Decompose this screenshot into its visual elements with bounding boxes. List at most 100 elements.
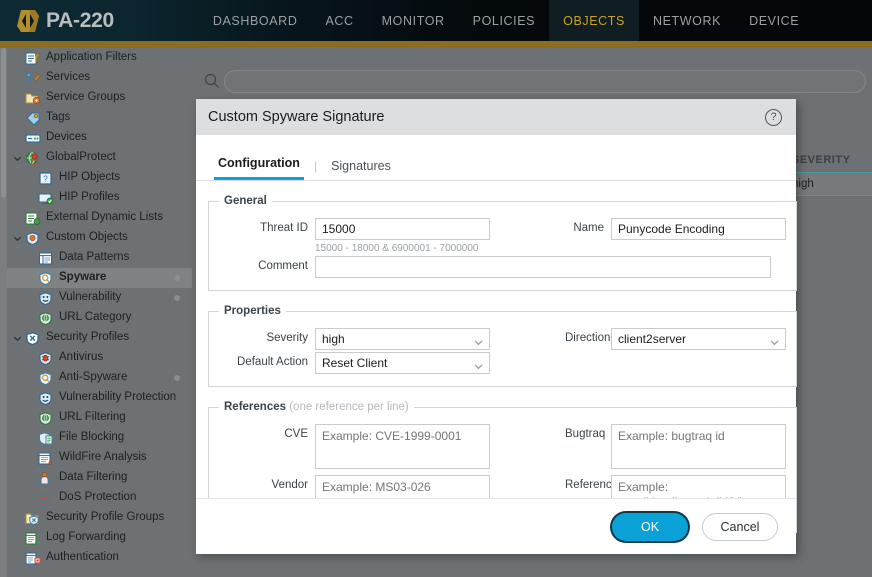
sidebar-item-file-blocking[interactable]: File Blocking (7, 428, 192, 448)
nav-item-dashboard[interactable]: DASHBOARD (199, 0, 312, 41)
wildfire-analysis-icon (37, 451, 55, 466)
sidebar-item-service-groups[interactable]: Service Groups (7, 88, 192, 108)
tab-signatures[interactable]: Signatures (327, 159, 395, 180)
nav-item-objects[interactable]: OBJECTS (549, 0, 639, 41)
table-row[interactable]: high (784, 172, 872, 196)
sidebar-item-wildfire-analysis[interactable]: WildFire Analysis (7, 448, 192, 468)
sidebar-item-antivirus[interactable]: Antivirus (7, 348, 192, 368)
ok-button[interactable]: OK (612, 513, 688, 541)
service-groups-icon (24, 91, 42, 106)
help-circle-icon[interactable]: ? (765, 109, 782, 126)
sidebar-item-globalprotect[interactable]: GlobalProtect (7, 148, 192, 168)
sidebar-item-url-filtering[interactable]: URL Filtering (7, 408, 192, 428)
url-filtering-icon (37, 411, 55, 426)
sidebar-item-application-filters[interactable]: Application Filters (7, 48, 192, 68)
sidebar-item-security-profiles[interactable]: Security Profiles (7, 328, 192, 348)
table-column-header-severity[interactable]: SEVERITY (792, 148, 872, 172)
severity-select-wrap (315, 328, 490, 350)
default-action-select-wrap (315, 352, 490, 374)
direction-select[interactable] (611, 328, 786, 350)
general-section: General Threat ID 15000 - 18000 & 690000… (208, 195, 797, 291)
name-field: Name (565, 218, 786, 240)
sidebar-scrollbar[interactable] (0, 48, 7, 577)
sidebar: Application Filters ServicesService Group… (0, 48, 192, 577)
dialog-tabs: Configuration | Signatures (196, 147, 796, 181)
sidebar-item-hip-profiles[interactable]: HIP Profiles (7, 188, 192, 208)
gold-accent-bar (0, 41, 872, 48)
sidebar-item-tags[interactable]: Tags (7, 108, 192, 128)
tab-configuration[interactable]: Configuration (214, 156, 304, 180)
sidebar-item-label: URL Filtering (59, 412, 126, 424)
default-action-select[interactable] (315, 352, 490, 374)
sidebar-item-authentication[interactable]: Authentication (7, 548, 192, 568)
sidebar-item-data-patterns[interactable]: Data Patterns (7, 248, 192, 268)
properties-row-2: Default Action (219, 352, 786, 374)
custom-objects-icon (24, 231, 42, 246)
sidebar-item-devices[interactable]: Devices (7, 128, 192, 148)
name-label: Name (565, 218, 611, 234)
sidebar-item-label: Spyware (59, 272, 106, 284)
nav-item-acc[interactable]: ACC (311, 0, 367, 41)
sidebar-item-dos-protection[interactable]: DoS Protection (7, 488, 192, 508)
nav-item-network[interactable]: NETWORK (639, 0, 735, 41)
globalprotect-icon (24, 151, 42, 166)
threat-id-input[interactable] (315, 218, 490, 240)
application-filters-icon (24, 51, 42, 66)
nav-item-device[interactable]: DEVICE (735, 0, 813, 41)
severity-select[interactable] (315, 328, 490, 350)
services-icon (24, 71, 42, 86)
search-input[interactable] (224, 70, 866, 93)
sidebar-item-custom-objects[interactable]: Custom Objects (7, 228, 192, 248)
default-action-field: Default Action (219, 352, 490, 374)
sidebar-item-anti-spyware[interactable]: Anti-Spyware (7, 368, 192, 388)
sidebar-item-label: Security Profile Groups (46, 512, 164, 524)
sidebar-item-security-profile-groups[interactable]: Security Profile Groups (7, 508, 192, 528)
properties-row-1: Severity Direction (219, 328, 786, 350)
sidebar-tree: Application Filters ServicesService Group… (7, 48, 192, 568)
devices-icon (24, 131, 42, 146)
sidebar-item-label: Application Filters (46, 52, 137, 64)
references-legend-text: References (224, 401, 286, 413)
sidebar-item-label: Security Profiles (46, 332, 129, 344)
search-icon[interactable] (204, 73, 220, 94)
sidebar-item-label: Data Filtering (59, 472, 127, 484)
chevron-down-icon[interactable] (11, 234, 24, 243)
bugtraq-textarea[interactable] (611, 424, 786, 469)
sidebar-scrollbar-thumb[interactable] (1, 48, 6, 198)
severity-label: Severity (219, 328, 315, 344)
nav-items: DASHBOARD ACC MONITOR POLICIES OBJECTS N… (199, 0, 813, 41)
security-profiles-icon (24, 331, 42, 346)
bugtraq-field: Bugtraq (565, 424, 786, 469)
vendor-label: Vendor (219, 475, 315, 491)
sidebar-item-url-category[interactable]: URL Category (7, 308, 192, 328)
name-input[interactable] (611, 218, 786, 240)
nav-item-policies[interactable]: POLICIES (459, 0, 549, 41)
tags-icon (24, 111, 42, 126)
sidebar-item-modified-dot (174, 375, 180, 381)
sidebar-item-label: Vulnerability Protection (59, 392, 176, 404)
nav-item-monitor[interactable]: MONITOR (368, 0, 459, 41)
sidebar-item-vulnerability-protection[interactable]: Vulnerability Protection (7, 388, 192, 408)
sidebar-item-services[interactable]: Services (7, 68, 192, 88)
sidebar-item-data-filtering[interactable]: Data Filtering (7, 468, 192, 488)
sidebar-item-label: DoS Protection (59, 492, 136, 504)
comment-input[interactable] (315, 256, 771, 278)
anti-spyware-icon (37, 371, 55, 386)
sidebar-item-spyware[interactable]: Spyware (7, 268, 192, 288)
sidebar-item-hip-objects[interactable]: ?HIP Objects (7, 168, 192, 188)
cve-textarea[interactable] (315, 424, 490, 469)
custom-spyware-signature-dialog: Custom Spyware Signature ? Configuration… (196, 99, 796, 554)
sidebar-item-label: Devices (46, 132, 87, 144)
sidebar-item-external-dynamic-lists[interactable]: External Dynamic Lists (7, 208, 192, 228)
chevron-down-icon[interactable] (11, 334, 24, 343)
chevron-down-icon[interactable] (11, 154, 24, 163)
authentication-icon (24, 551, 42, 566)
references-legend-sub: (one reference per line) (289, 401, 409, 413)
sidebar-item-vulnerability[interactable]: Vulnerability (7, 288, 192, 308)
sidebar-item-label: URL Category (59, 312, 131, 324)
dos-protection-icon (37, 491, 55, 506)
sidebar-item-label: Antivirus (59, 352, 103, 364)
dialog-title: Custom Spyware Signature (208, 109, 385, 125)
cancel-button[interactable]: Cancel (702, 513, 778, 541)
sidebar-item-log-forwarding[interactable]: Log Forwarding (7, 528, 192, 548)
